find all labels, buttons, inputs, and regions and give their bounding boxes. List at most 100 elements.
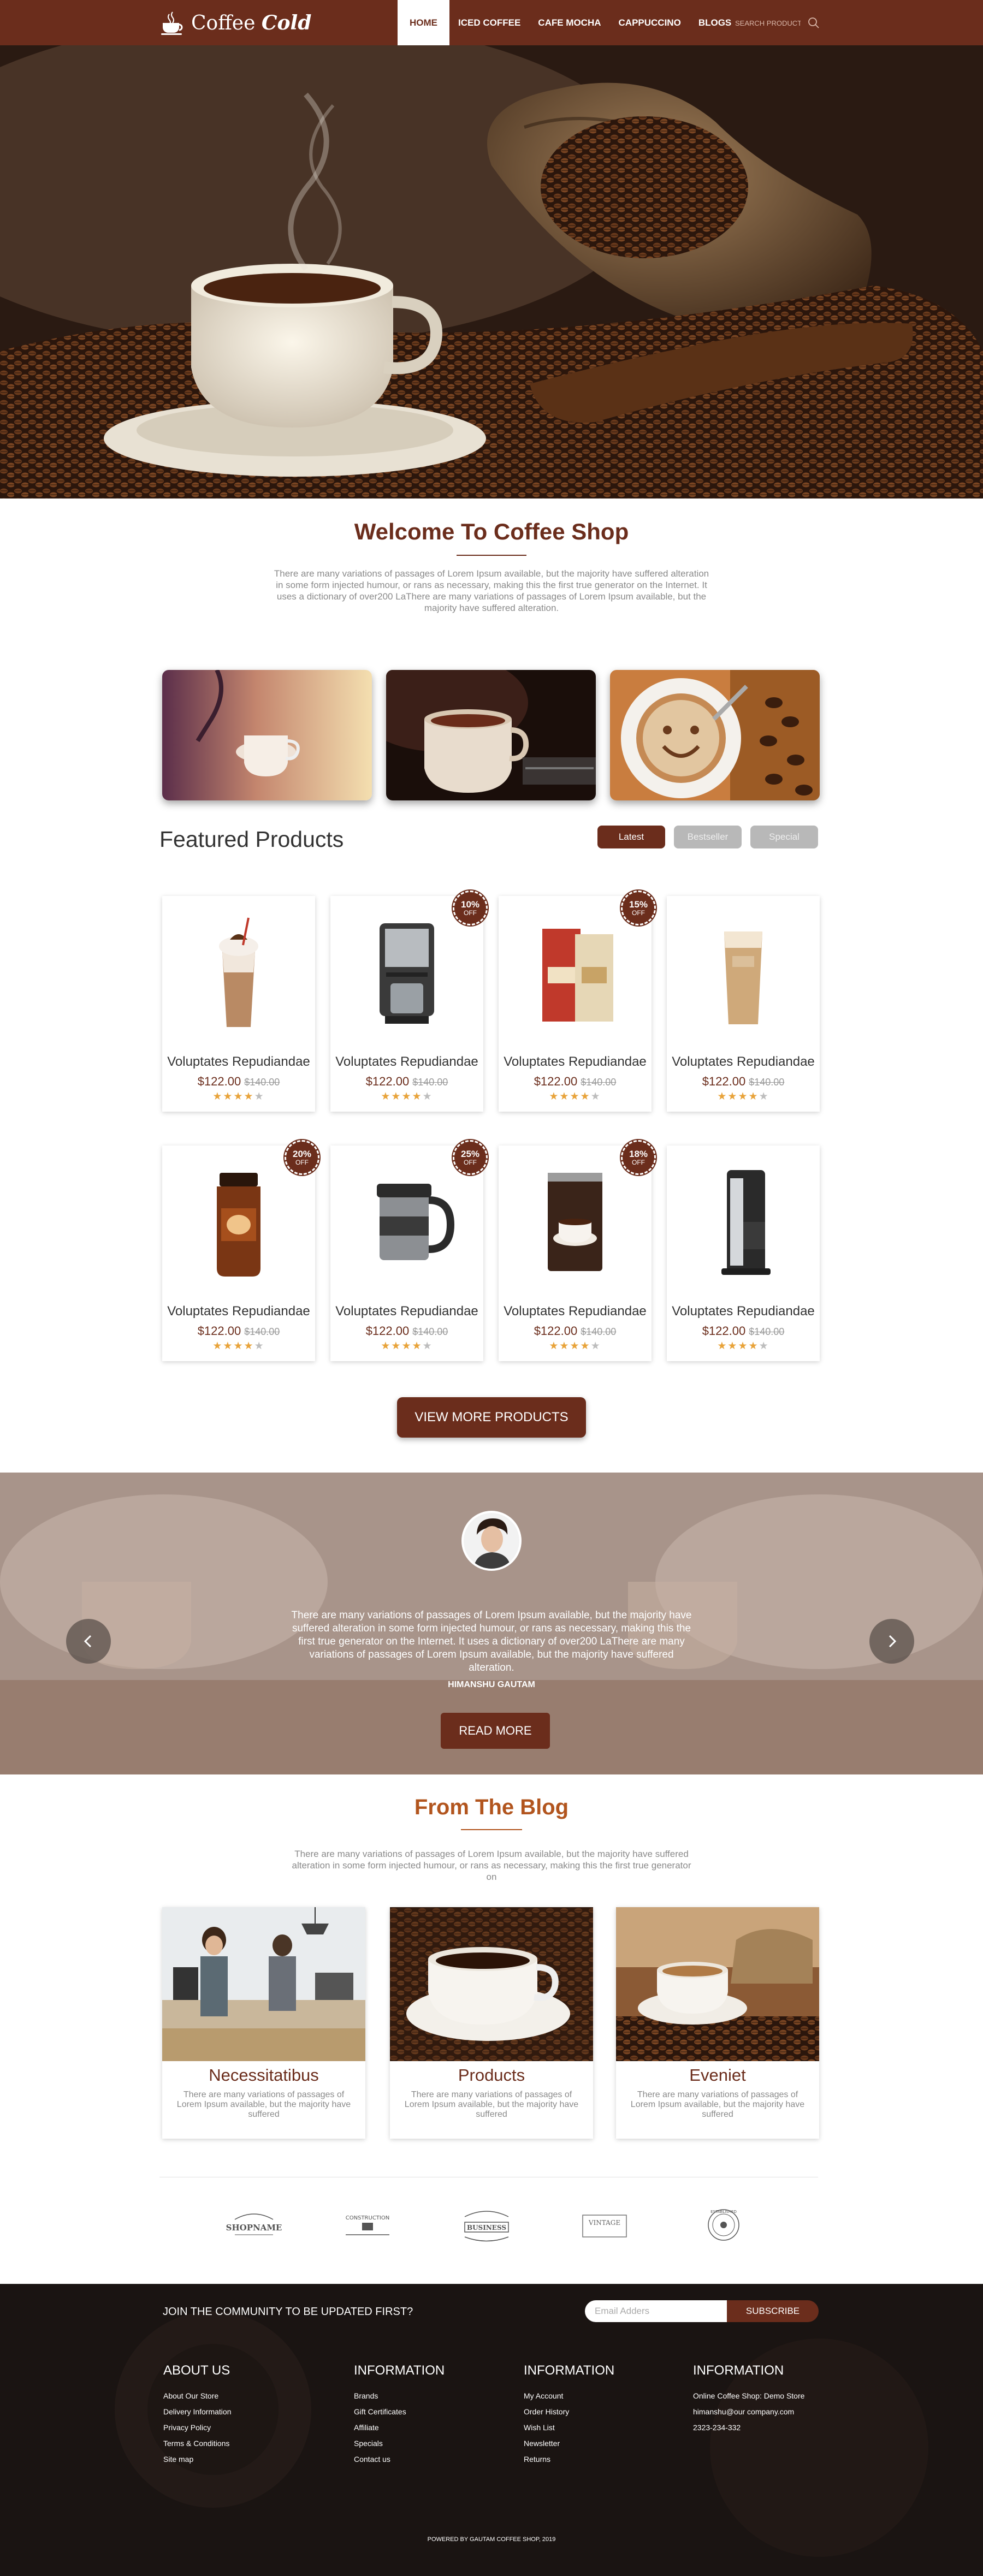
blog-post-image — [616, 1907, 819, 2061]
footer-link[interactable]: Newsletter — [524, 2436, 614, 2452]
hero-slider — [0, 45, 983, 498]
nav-cappuccino[interactable]: CAPPUCCINO — [610, 0, 690, 45]
product-card[interactable]: Voluptates Repudiandae $122.00 $140.00 ★★★★… — [162, 896, 315, 1112]
view-more-products-button[interactable]: VIEW MORE PRODUCTS — [397, 1397, 586, 1438]
promo-banner-1[interactable] — [162, 670, 372, 800]
footer-link[interactable]: Wish List — [524, 2420, 614, 2436]
tab-latest[interactable]: Latest — [597, 826, 665, 848]
search-icon[interactable] — [808, 17, 820, 29]
blog-post-excerpt: There are many variations of passages of… — [176, 2090, 351, 2119]
old-price: $140.00 — [244, 1326, 280, 1337]
old-price: $140.00 — [749, 1077, 785, 1088]
discount-badge: 18% OFF — [621, 1140, 656, 1175]
email-field[interactable] — [585, 2300, 727, 2322]
footer-link[interactable]: Terms & Conditions — [163, 2436, 232, 2452]
slider-prev-button[interactable] — [66, 1619, 111, 1664]
product-card[interactable]: Voluptates Repudiandae $122.00 $140.00 ★★★★… — [162, 1140, 319, 1361]
read-more-button[interactable]: READ MORE — [441, 1713, 550, 1749]
footer-link[interactable]: Brands — [354, 2388, 445, 2404]
site-logo[interactable]: Coffee Cold — [159, 7, 311, 39]
nav-home[interactable]: HOME — [398, 0, 449, 45]
person-avatar-icon — [464, 1513, 519, 1569]
promo-image — [162, 670, 372, 800]
svg-text:VINTAGE: VINTAGE — [588, 2219, 620, 2227]
footer-link[interactable]: Affiliate — [354, 2420, 445, 2436]
product-card[interactable]: Voluptates Repudiandae $122.00 $140.00 ★★★★… — [330, 1140, 488, 1361]
star-icon: ★ — [727, 1091, 738, 1102]
product-rating: ★★★★★ — [162, 1090, 315, 1103]
blog-post-card[interactable]: Necessitatibus There are many variations… — [162, 1907, 365, 2139]
star-icon: ★ — [748, 1340, 759, 1352]
product-image — [542, 929, 613, 1022]
product-card[interactable]: Voluptates Repudiandae $122.00 $140.00 ★★★★… — [330, 891, 488, 1112]
star-icon: ★ — [381, 1340, 392, 1352]
star-icon: ★ — [759, 1091, 769, 1102]
footer-link[interactable]: Site map — [163, 2452, 232, 2467]
product-image — [377, 1184, 455, 1260]
contact-email[interactable]: himanshu@our company.com — [693, 2404, 804, 2420]
footer-link[interactable]: Gift Certificates — [354, 2404, 445, 2420]
tab-bestseller[interactable]: Bestseller — [674, 826, 742, 848]
footer-heading: INFORMATION — [524, 2363, 615, 2378]
tab-special[interactable]: Special — [750, 826, 818, 848]
discount-badge: 15% OFF — [621, 891, 656, 925]
brand-logo-established[interactable]: ESTABLISHED — [691, 2203, 756, 2247]
subscribe-button[interactable]: SUBSCRIBE — [727, 2300, 819, 2322]
blog-post-image — [162, 1907, 365, 2061]
product-price: $122.00 $140.00 — [330, 1324, 483, 1338]
promo-banner-3[interactable] — [610, 670, 820, 800]
logo-text: Coffee Cold — [191, 11, 312, 34]
product-card[interactable]: Voluptates Repudiandae $122.00 $140.00 ★★★★… — [499, 891, 656, 1112]
star-icon: ★ — [717, 1340, 728, 1352]
site-header: Coffee Cold HOME ICED COFFEE CAFE MOCHA … — [0, 0, 983, 45]
footer-link[interactable]: Privacy Policy — [163, 2420, 232, 2436]
product-image — [724, 931, 762, 1024]
old-price: $140.00 — [244, 1077, 280, 1088]
testimonial-section: There are many variations of passages of… — [0, 1473, 983, 1774]
star-icon: ★ — [717, 1091, 728, 1102]
copyright-text: POWERED BY GAUTAM COFFEE SHOP, 2019 — [427, 2536, 556, 2543]
star-icon: ★ — [244, 1091, 254, 1102]
product-price: $122.00 $140.00 — [667, 1324, 820, 1338]
search-input[interactable] — [735, 19, 801, 27]
star-icon: ★ — [212, 1340, 223, 1352]
brand-logo-shopname[interactable]: SHOPNAME — [221, 2203, 287, 2247]
footer-link[interactable]: Order History — [524, 2404, 614, 2420]
discount-badge: 10% OFF — [453, 891, 488, 925]
star-icon: ★ — [412, 1091, 423, 1102]
brand-logo-business[interactable]: BUSINESS — [454, 2203, 519, 2247]
current-price: $122.00 — [534, 1324, 578, 1338]
coffee-cup-logo-icon — [161, 11, 183, 35]
slider-next-button[interactable] — [869, 1619, 914, 1664]
footer-link[interactable]: About Our Store — [163, 2388, 232, 2404]
footer-link[interactable]: Delivery Information — [163, 2404, 232, 2420]
promo-banner-2[interactable] — [386, 670, 596, 800]
star-icon: ★ — [738, 1091, 749, 1102]
discount-percent: 25% — [460, 1148, 480, 1159]
footer-link[interactable]: My Account — [524, 2388, 614, 2404]
blog-post-card[interactable]: Eveniet There are many variations of pas… — [616, 1907, 819, 2139]
star-icon: ★ — [422, 1340, 433, 1352]
title-divider — [457, 555, 526, 556]
footer-link[interactable]: Contact us — [354, 2452, 445, 2467]
blog-post-card[interactable]: Products There are many variations of pa… — [390, 1907, 593, 2139]
nav-iced-coffee[interactable]: ICED COFFEE — [449, 0, 529, 45]
product-card[interactable]: Voluptates Repudiandae $122.00 $140.00 ★★★★… — [667, 1145, 820, 1361]
old-price: $140.00 — [412, 1077, 448, 1088]
product-rating: ★★★★★ — [162, 1340, 315, 1352]
search-box — [735, 15, 820, 31]
brand-logo-vintage[interactable]: VINTAGE — [572, 2203, 637, 2247]
product-price: $122.00 $140.00 — [162, 1324, 315, 1338]
nav-blogs[interactable]: BLOGS — [690, 0, 740, 45]
brand-logo-construction[interactable]: CONSTRUCTION — [335, 2203, 400, 2247]
product-card[interactable]: Voluptates Repudiandae $122.00 $140.00 ★★★★… — [499, 1140, 656, 1361]
footer-link[interactable]: Specials — [354, 2436, 445, 2452]
svg-text:SHOPNAME: SHOPNAME — [226, 2223, 282, 2233]
nav-cafe-mocha[interactable]: CAFE MOCHA — [529, 0, 609, 45]
avatar — [461, 1511, 522, 1571]
star-icon: ★ — [570, 1340, 581, 1352]
footer-link[interactable]: Returns — [524, 2452, 614, 2467]
old-price: $140.00 — [581, 1326, 617, 1337]
product-card[interactable]: Voluptates Repudiandae $122.00 $140.00 ★★★★… — [667, 896, 820, 1112]
star-icon: ★ — [254, 1091, 265, 1102]
